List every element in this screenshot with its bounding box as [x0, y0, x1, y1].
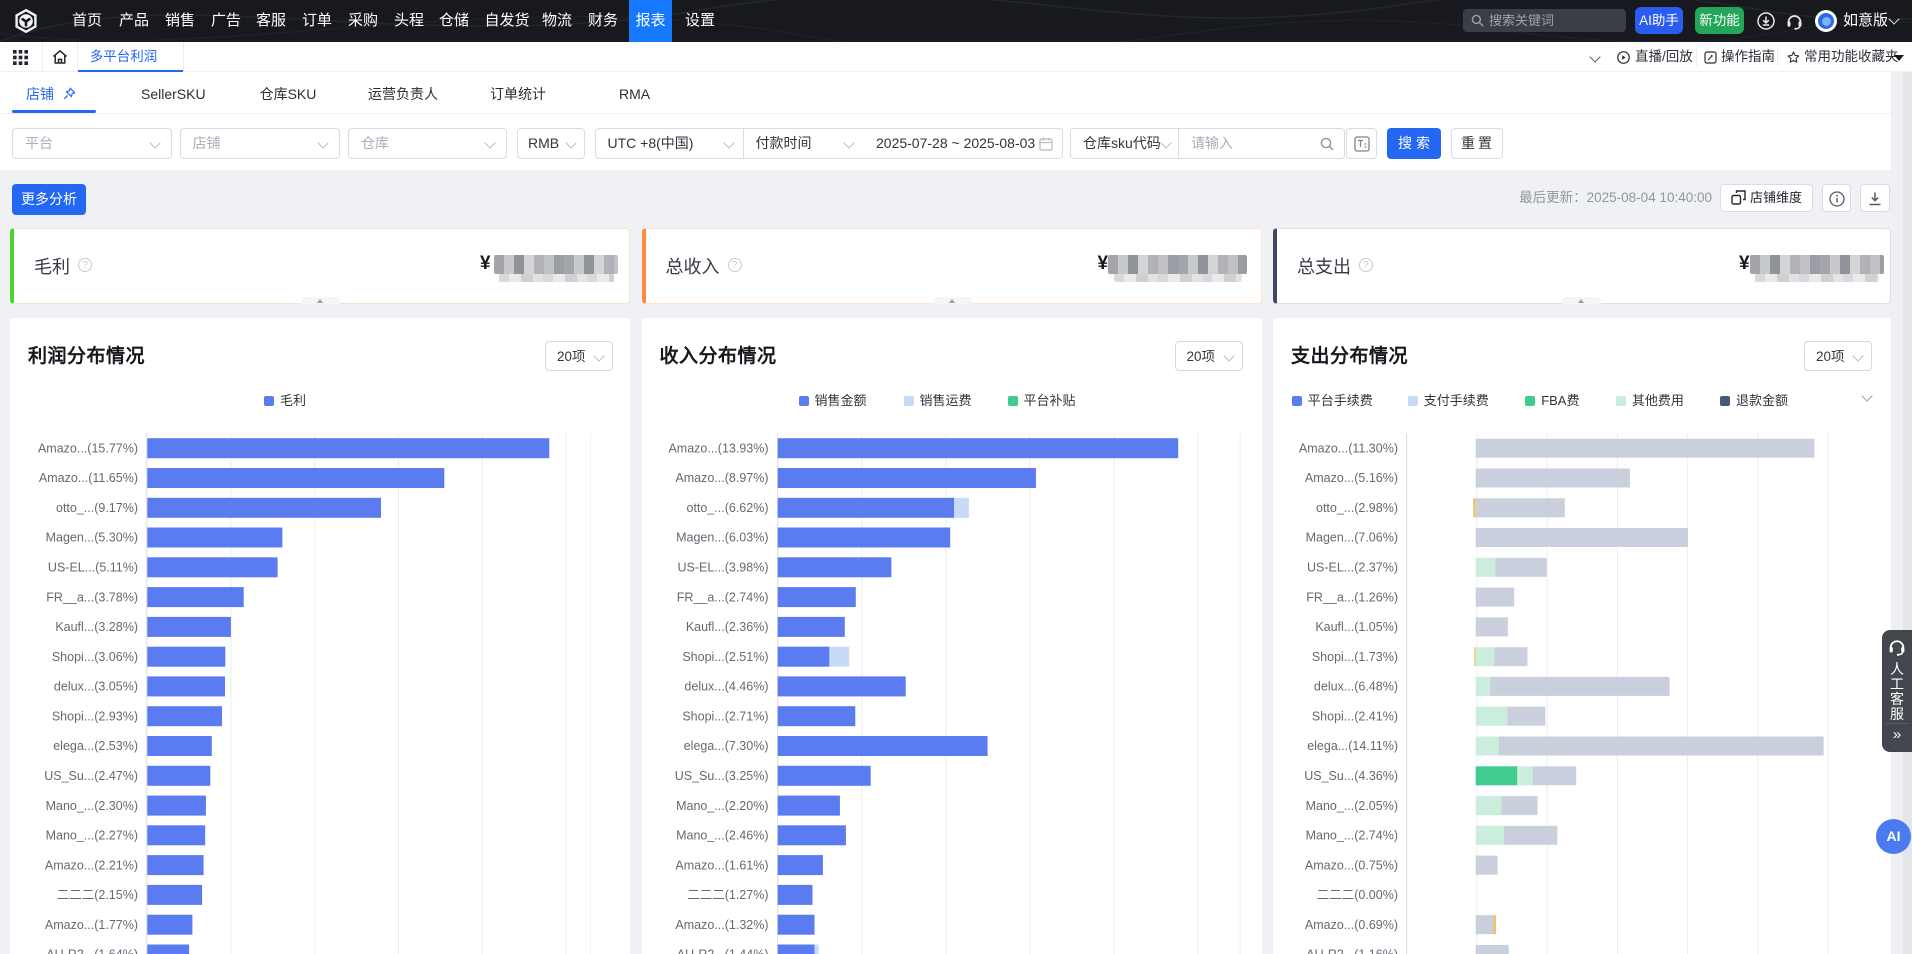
svg-text:Shopi...(1.73%): Shopi...(1.73%) [1312, 650, 1398, 664]
svg-text:Amazo...(0.75%): Amazo...(0.75%) [1305, 858, 1398, 872]
svg-text:delux...(6.48%): delux...(6.48%) [1314, 680, 1398, 694]
svg-text:Amazo...(2.21%): Amazo...(2.21%) [45, 858, 138, 872]
svg-text:Mano_...(2.27%): Mano_...(2.27%) [46, 829, 138, 843]
svg-text:US_Su...(2.47%): US_Su...(2.47%) [44, 769, 138, 783]
svg-text:US_Su...(3.25%): US_Su...(3.25%) [674, 769, 768, 783]
svg-text:FR__a...(2.74%): FR__a...(2.74%) [676, 590, 768, 604]
svg-text:Shopi...(2.51%): Shopi...(2.51%) [682, 650, 768, 664]
svg-text:Magen...(7.06%): Magen...(7.06%) [1306, 531, 1398, 545]
svg-text:Amazo...(5.16%): Amazo...(5.16%) [1305, 471, 1398, 485]
svg-text:FR__a...(3.78%): FR__a...(3.78%) [46, 590, 138, 604]
svg-text:Shopi...(2.93%): Shopi...(2.93%) [52, 709, 138, 723]
svg-text:Amazo...(13.93%): Amazo...(13.93%) [668, 441, 768, 455]
svg-text:Kaufl...(1.05%): Kaufl...(1.05%) [1315, 620, 1398, 634]
svg-text:二二二(1.27%): 二二二(1.27%) [687, 888, 768, 902]
svg-text:AU-R2...(1.44%): AU-R2...(1.44%) [676, 948, 768, 954]
svg-text:elega...(2.53%): elega...(2.53%) [53, 739, 138, 753]
svg-text:US_Su...(4.36%): US_Su...(4.36%) [1304, 769, 1398, 783]
svg-text:Amazo...(11.30%): Amazo...(11.30%) [1299, 441, 1398, 455]
svg-text:AU-R2...(1.64%): AU-R2...(1.64%) [46, 948, 138, 954]
svg-text:Amazo...(11.65%): Amazo...(11.65%) [39, 471, 138, 485]
svg-text:US-EL...(3.98%): US-EL...(3.98%) [677, 561, 768, 575]
svg-text:Kaufl...(3.28%): Kaufl...(3.28%) [55, 620, 138, 634]
svg-text:US-EL...(2.37%): US-EL...(2.37%) [1307, 561, 1398, 575]
svg-text:Mano_...(2.30%): Mano_...(2.30%) [46, 799, 138, 813]
svg-text:otto_...(9.17%): otto_...(9.17%) [56, 501, 138, 515]
svg-text:Amazo...(1.77%): Amazo...(1.77%) [45, 918, 138, 932]
svg-text:Magen...(6.03%): Magen...(6.03%) [676, 531, 768, 545]
svg-text:Mano_...(2.46%): Mano_...(2.46%) [676, 829, 768, 843]
svg-text:Shopi...(2.41%): Shopi...(2.41%) [1312, 709, 1398, 723]
svg-text:Shopi...(2.71%): Shopi...(2.71%) [682, 709, 768, 723]
svg-text:otto_...(6.62%): otto_...(6.62%) [686, 501, 768, 515]
svg-text:二二二(2.15%): 二二二(2.15%) [57, 888, 138, 902]
svg-text:Magen...(5.30%): Magen...(5.30%) [46, 531, 138, 545]
svg-text:Amazo...(0.69%): Amazo...(0.69%) [1305, 918, 1398, 932]
svg-text:delux...(3.05%): delux...(3.05%) [54, 680, 138, 694]
svg-text:AU-R2...(1.16%): AU-R2...(1.16%) [1306, 948, 1398, 954]
svg-text:US-EL...(5.11%): US-EL...(5.11%) [48, 561, 138, 575]
svg-text:elega...(7.30%): elega...(7.30%) [683, 739, 768, 753]
svg-text:Amazo...(1.32%): Amazo...(1.32%) [675, 918, 768, 932]
svg-text:Mano_...(2.74%): Mano_...(2.74%) [1306, 829, 1398, 843]
svg-text:Amazo...(15.77%): Amazo...(15.77%) [38, 441, 138, 455]
svg-text:otto_...(2.98%): otto_...(2.98%) [1316, 501, 1398, 515]
svg-text:二二二(0.00%): 二二二(0.00%) [1317, 888, 1398, 902]
svg-text:Mano_...(2.20%): Mano_...(2.20%) [676, 799, 768, 813]
svg-text:Amazo...(1.61%): Amazo...(1.61%) [675, 858, 768, 872]
svg-text:elega...(14.11%): elega...(14.11%) [1307, 739, 1398, 753]
svg-text:Shopi...(3.06%): Shopi...(3.06%) [52, 650, 138, 664]
svg-text:Kaufl...(2.36%): Kaufl...(2.36%) [685, 620, 768, 634]
svg-text:Mano_...(2.05%): Mano_...(2.05%) [1306, 799, 1398, 813]
svg-text:delux...(4.46%): delux...(4.46%) [684, 680, 768, 694]
svg-text:Amazo...(8.97%): Amazo...(8.97%) [675, 471, 768, 485]
svg-text:FR__a...(1.26%): FR__a...(1.26%) [1306, 590, 1398, 604]
